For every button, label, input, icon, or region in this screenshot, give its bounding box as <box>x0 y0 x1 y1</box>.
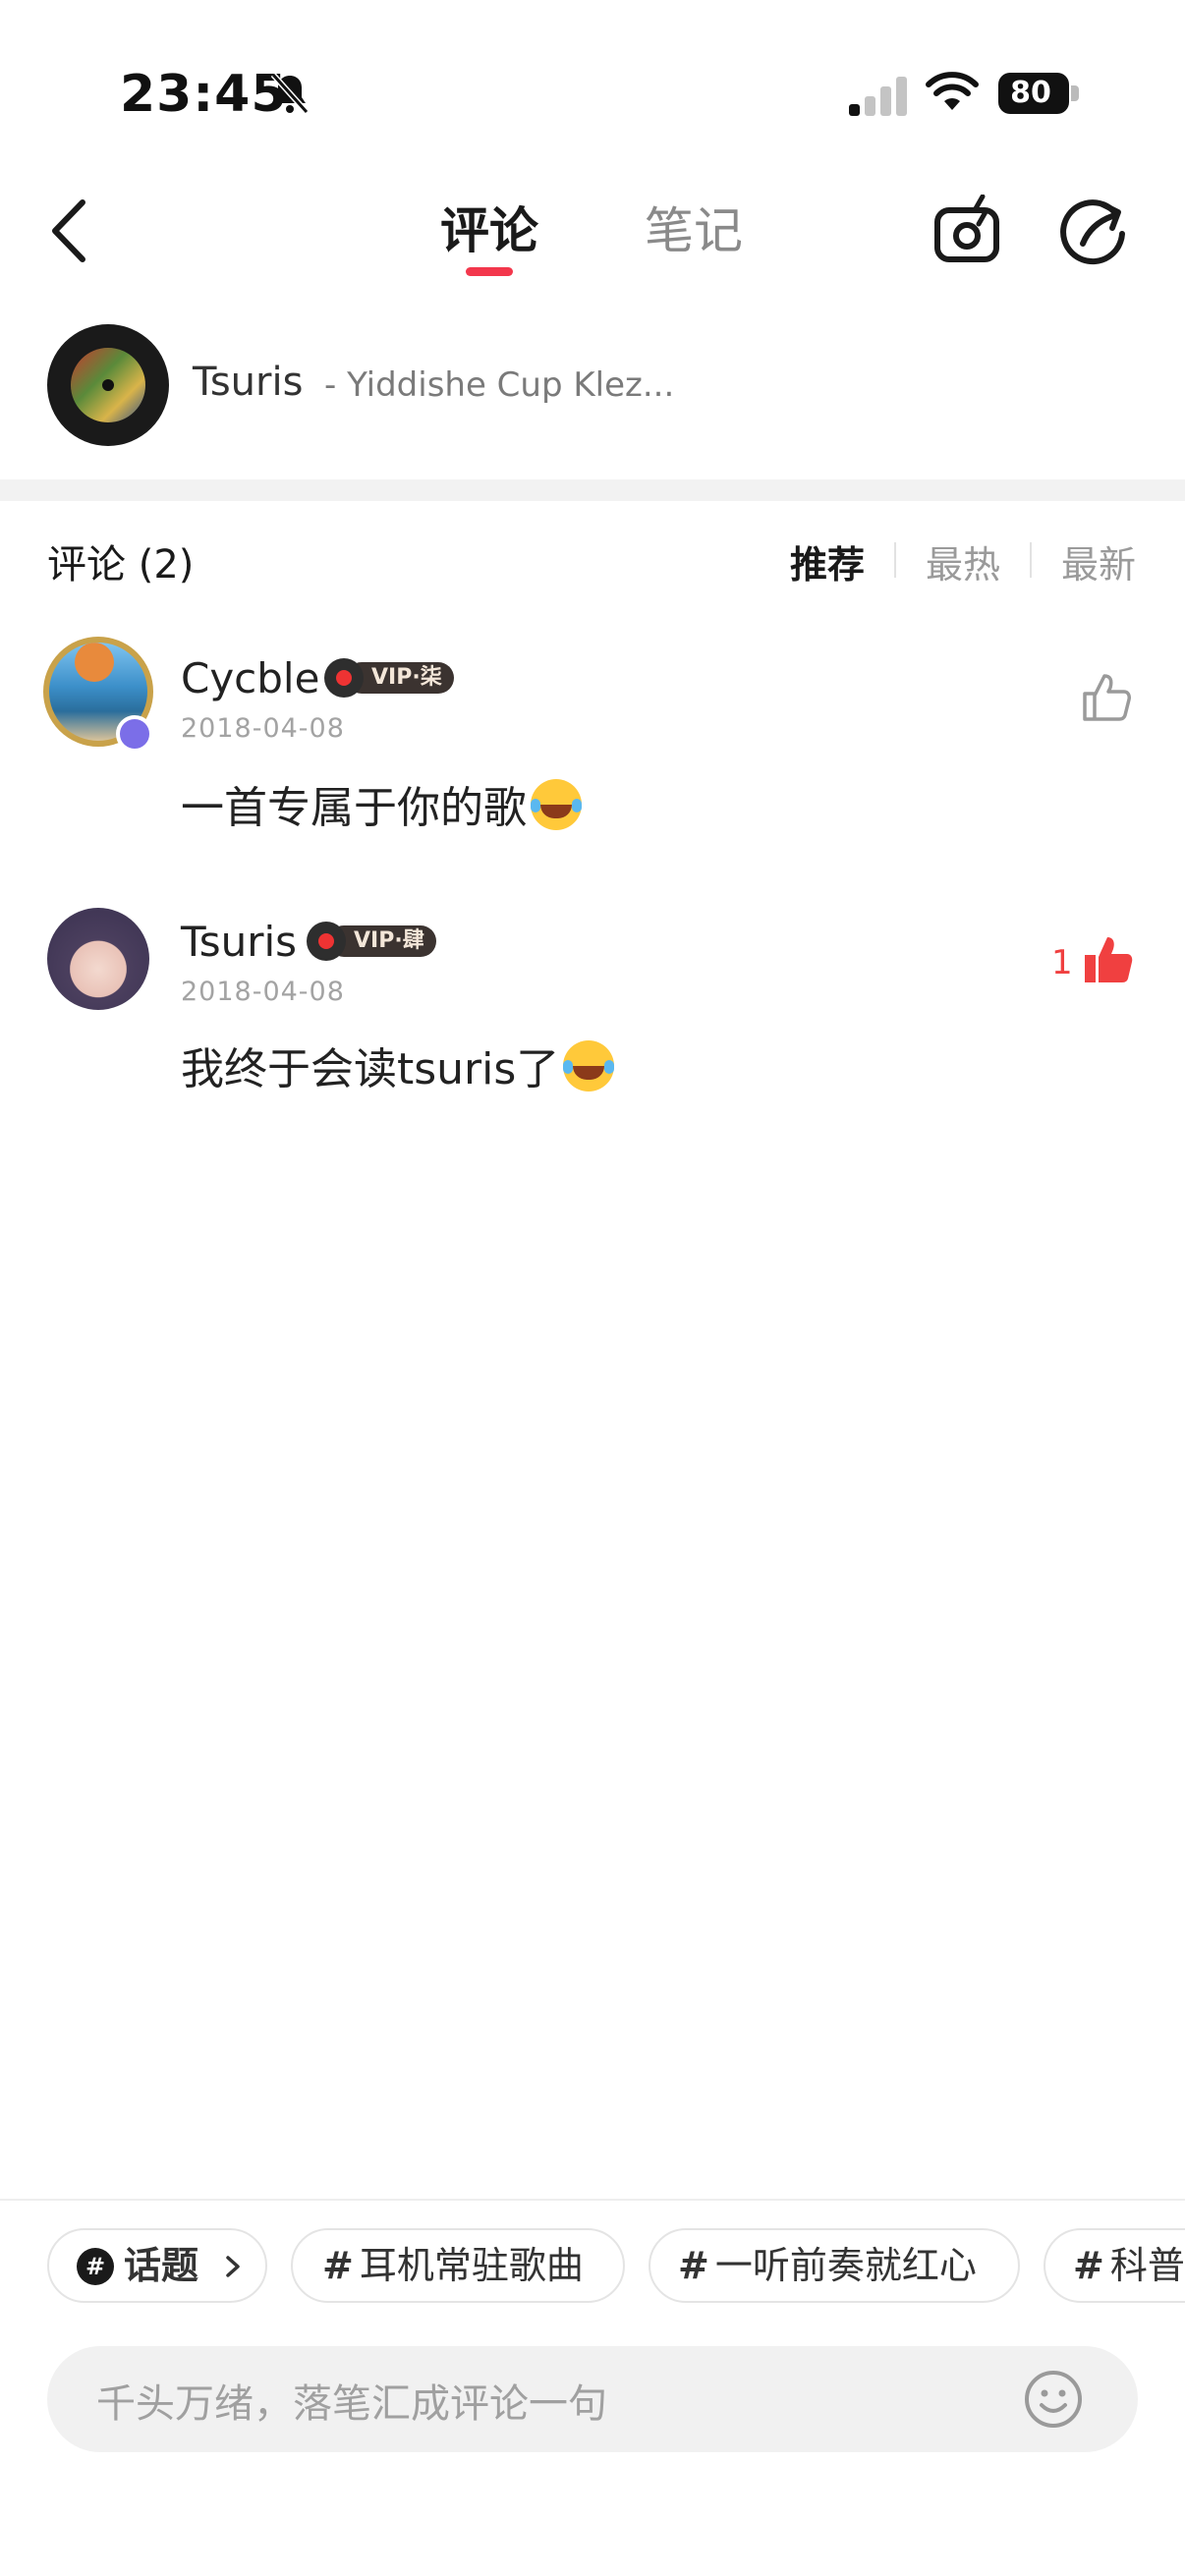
comment-input-placeholder: 千头万绪，落笔汇成评论一句 <box>96 2381 607 2427</box>
comment-date: 2018-04-08 <box>181 977 345 1007</box>
tab-comments[interactable]: 评论 <box>440 196 538 265</box>
camera-button[interactable] <box>931 195 1004 267</box>
thumbs-up-icon[interactable] <box>1081 672 1132 721</box>
comment-item: Tsuris VIP·肆 2018-04-08 我终于会读tsuris了 1 <box>0 902 1185 1118</box>
vip-badge: VIP·肆 <box>307 922 436 961</box>
sort-newest[interactable]: 最新 <box>1061 534 1136 588</box>
hashtag-icon: # <box>1073 2244 1104 2287</box>
sort-recommended[interactable]: 推荐 <box>790 534 865 588</box>
tab-notes[interactable]: 笔记 <box>645 196 743 265</box>
wifi-icon <box>926 72 979 110</box>
comment-username[interactable]: Tsuris <box>181 918 297 966</box>
topic-button[interactable]: # 话题 <box>47 2228 267 2303</box>
section-divider <box>0 479 1185 501</box>
header: 评论 笔记 <box>0 177 1185 295</box>
hashtag-bubble-icon: # <box>77 2248 114 2285</box>
laughing-emoji-icon <box>531 779 582 830</box>
hashtag-icon: # <box>322 2244 354 2287</box>
comment-count: 评论 (2) <box>47 542 195 588</box>
song-info-row[interactable]: Tsuris - Yiddishe Cup Klez... <box>0 310 1185 458</box>
comment-input[interactable]: 千头万绪，落笔汇成评论一句 <box>47 2346 1138 2452</box>
comments-header: 评论 (2) 推荐 最热 最新 <box>0 521 1185 599</box>
album-cover[interactable] <box>47 324 169 446</box>
battery-level: 80 <box>1010 76 1051 110</box>
vinyl-icon <box>324 658 364 698</box>
comment-text: 一首专属于你的歌 <box>181 772 582 835</box>
topic-chip[interactable]: # 耳机常驻歌曲 <box>291 2228 625 2303</box>
song-artist: - Yiddishe Cup Klez... <box>324 365 675 405</box>
comment-date: 2018-04-08 <box>181 713 345 744</box>
bottom-divider <box>0 2199 1185 2201</box>
avatar[interactable] <box>47 908 149 1010</box>
battery-indicator: 80 <box>998 73 1079 114</box>
topic-chip[interactable]: # 科普 <box>1044 2228 1185 2303</box>
status-bar: 23:45 80 <box>0 0 1185 177</box>
sort-hottest[interactable]: 最热 <box>926 534 1000 588</box>
active-tab-indicator <box>466 267 513 276</box>
bell-muted-icon <box>270 72 310 115</box>
comment-text: 我终于会读tsuris了 <box>181 1034 615 1096</box>
cellular-signal-icon <box>849 77 907 116</box>
comment-item: Cycble VIP·柒 2018-04-08 一首专属于你的歌 <box>0 621 1185 876</box>
like-count: 1 <box>1051 943 1073 982</box>
sort-separator <box>1030 542 1032 578</box>
back-button[interactable] <box>43 196 98 265</box>
comment-username[interactable]: Cycble <box>181 654 319 702</box>
laughing-emoji-icon <box>563 1040 615 1092</box>
thumbs-up-filled-icon[interactable] <box>1083 935 1134 984</box>
sort-separator <box>894 542 896 578</box>
hashtag-icon: # <box>678 2244 709 2287</box>
avatar-badge-icon <box>116 715 153 753</box>
song-title: Tsuris <box>193 360 304 405</box>
status-time: 23:45 <box>120 65 288 124</box>
chevron-right-icon <box>226 2256 240 2277</box>
topic-chip[interactable]: # 一听前奏就红心 <box>649 2228 1020 2303</box>
emoji-picker-icon[interactable] <box>1022 2368 1085 2431</box>
vinyl-icon <box>307 922 346 961</box>
share-button[interactable] <box>1057 195 1130 267</box>
vip-badge: VIP·柒 <box>324 658 454 698</box>
